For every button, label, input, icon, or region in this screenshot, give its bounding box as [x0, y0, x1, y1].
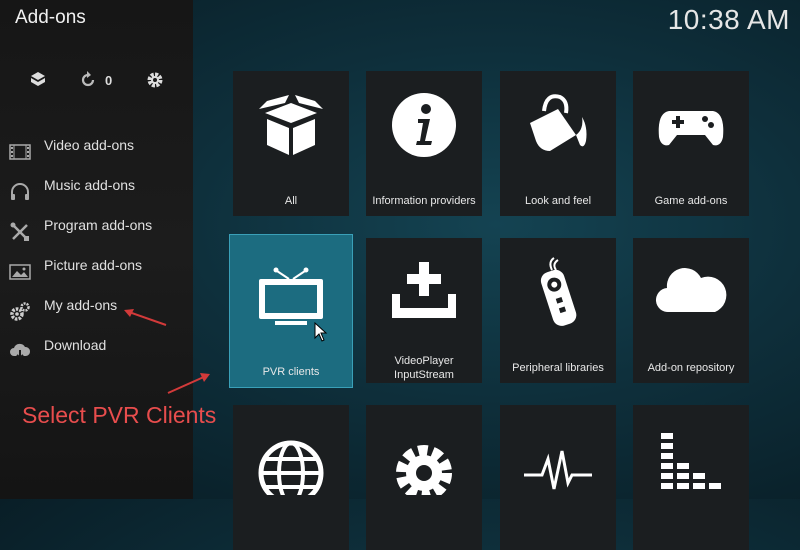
- tile-information-providers[interactable]: Information providers: [366, 71, 482, 216]
- headphones-icon: [9, 181, 31, 203]
- annotation-arrow-icon: [120, 305, 170, 334]
- mouse-cursor-icon: [314, 321, 328, 347]
- tile-label: PVR clients: [262, 366, 320, 378]
- cloud-icon: [655, 256, 727, 328]
- cog-icon: [388, 423, 460, 501]
- tile-label: Peripheral libraries: [512, 362, 604, 374]
- tile-web-interface[interactable]: [233, 405, 349, 550]
- sidebar-item-download[interactable]: Download: [0, 334, 193, 370]
- tile-game-addons[interactable]: Game add-ons: [633, 71, 749, 216]
- gamepad-icon: [655, 89, 727, 161]
- tile-peripheral-libraries[interactable]: Peripheral libraries: [500, 238, 616, 383]
- tools-icon: [9, 221, 31, 243]
- sidebar-item-label: Program add-ons: [44, 217, 153, 233]
- tile-look-and-feel[interactable]: Look and feel: [500, 71, 616, 216]
- tile-addon-repository[interactable]: Add-on repository: [633, 238, 749, 383]
- waveform-icon: [522, 423, 594, 495]
- info-icon: [388, 89, 460, 161]
- window-title: Add-ons: [15, 7, 86, 28]
- sidebar-item-video-addons[interactable]: Video add-ons: [0, 134, 193, 170]
- tile-label: Game add-ons: [654, 195, 728, 207]
- sidebar-item-label: Video add-ons: [44, 137, 135, 153]
- sidebar-item-picture-addons[interactable]: Picture add-ons: [0, 254, 193, 290]
- annotation-arrow-icon: [164, 370, 214, 401]
- tile-videoplayer-inputstream[interactable]: VideoPlayer InputStream: [366, 238, 482, 383]
- box-search-icon[interactable]: [28, 70, 48, 95]
- clock: 10:38 AM: [667, 4, 790, 35]
- sidebar-toolbar: 0: [0, 70, 193, 94]
- tile-label: Information providers: [372, 195, 476, 207]
- open-box-icon: [255, 89, 327, 161]
- gear-icon[interactable]: [145, 70, 165, 95]
- sidebar-item-label: Download: [44, 337, 107, 353]
- tile-audio-dsp[interactable]: [500, 405, 616, 550]
- tile-label: Add-on repository: [647, 362, 735, 374]
- tile-label: All: [284, 195, 298, 207]
- film-strip-icon: [9, 141, 31, 163]
- tile-visualisation[interactable]: [633, 405, 749, 550]
- inbox-plus-icon: [388, 256, 460, 328]
- update-count: 0: [105, 73, 113, 88]
- sidebar-item-program-addons[interactable]: Program add-ons: [0, 214, 193, 250]
- gears-icon: [9, 301, 31, 323]
- paint-bucket-icon: [522, 89, 594, 161]
- sidebar-item-label: Music add-ons: [44, 177, 136, 193]
- globe-icon: [255, 423, 327, 506]
- sidebar-item-label: Picture add-ons: [44, 257, 143, 273]
- annotation-text: Select PVR Clients: [22, 402, 217, 428]
- sidebar-item-music-addons[interactable]: Music add-ons: [0, 174, 193, 210]
- tile-pvr-clients[interactable]: PVR clients: [229, 234, 353, 388]
- tile-label-line2: InputStream: [394, 369, 454, 381]
- sidebar-item-label: My add-ons: [44, 297, 118, 313]
- tile-services[interactable]: [366, 405, 482, 550]
- tile-label-line1: VideoPlayer: [394, 355, 454, 367]
- picture-icon: [9, 261, 31, 283]
- remote-control-icon: [522, 256, 594, 328]
- equalizer-icon: [655, 423, 727, 495]
- refresh-icon[interactable]: [78, 70, 98, 95]
- tile-all[interactable]: All: [233, 71, 349, 216]
- tile-label: Look and feel: [524, 195, 592, 207]
- cloud-download-icon: [9, 341, 31, 363]
